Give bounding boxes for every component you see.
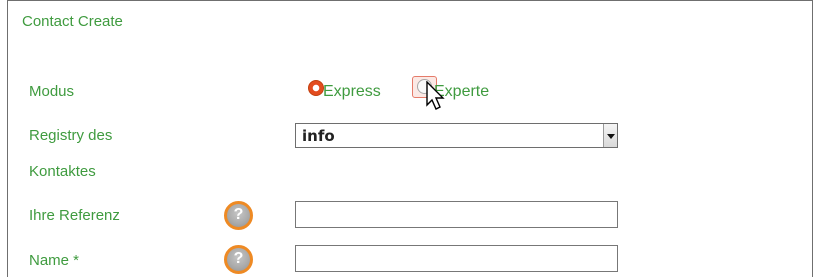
radio-express[interactable] xyxy=(308,80,324,96)
help-icon-name[interactable]: ? xyxy=(224,245,253,274)
registry-select-value: info xyxy=(302,127,335,145)
registry-label-line1: Registry des xyxy=(29,127,113,144)
registry-label-line2: Kontaktes xyxy=(29,163,96,180)
contact-create-panel: Contact Create Modus Express Experte Reg… xyxy=(7,0,813,277)
mouse-cursor-icon xyxy=(426,81,445,110)
name-label: Name * xyxy=(29,252,80,269)
help-icon-reference[interactable]: ? xyxy=(224,201,253,230)
radio-express-label[interactable]: Express xyxy=(323,83,381,101)
reference-input[interactable] xyxy=(295,201,618,228)
modus-label: Modus xyxy=(29,83,75,100)
form-title: Contact Create xyxy=(22,13,123,30)
reference-label: Ihre Referenz xyxy=(29,207,120,224)
name-input[interactable] xyxy=(295,245,618,272)
registry-select[interactable]: info xyxy=(295,123,618,148)
chevron-down-icon[interactable] xyxy=(603,124,617,147)
